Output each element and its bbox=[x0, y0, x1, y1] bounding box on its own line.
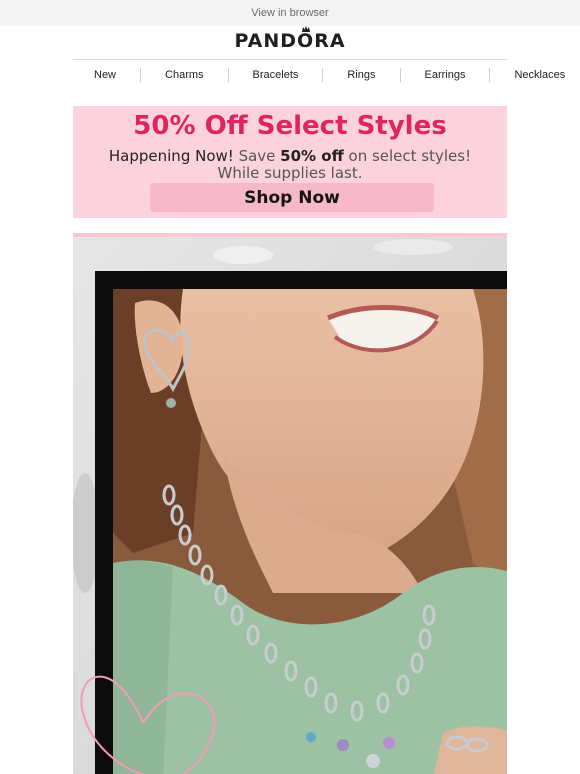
nav-item-charms[interactable]: Charms bbox=[165, 69, 204, 81]
nav-item-necklaces[interactable]: Necklaces bbox=[514, 69, 565, 81]
hero-photo bbox=[73, 233, 507, 774]
promo-text-a: Save bbox=[233, 147, 281, 165]
nav-separator bbox=[322, 68, 324, 82]
crown-icon bbox=[301, 26, 310, 32]
nav-item-earrings[interactable]: Earrings bbox=[425, 69, 466, 81]
nav-separator bbox=[399, 68, 401, 82]
email-page: View in browser PAND ORA New Charms Brace… bbox=[0, 0, 580, 774]
logo-text-prefix: PAND bbox=[234, 30, 298, 52]
logo-text-suffix: RA bbox=[314, 30, 346, 52]
logo-crowned-o: O bbox=[297, 26, 314, 52]
promo-discount: 50% off bbox=[280, 147, 344, 165]
shop-now-button[interactable]: Shop Now bbox=[150, 183, 434, 212]
nav-separator bbox=[140, 68, 142, 82]
promo-lead: Happening Now! bbox=[108, 147, 234, 165]
nav-item-bracelets[interactable]: Bracelets bbox=[253, 69, 299, 81]
nav-separator bbox=[489, 68, 491, 82]
view-in-browser-link[interactable]: View in browser bbox=[251, 7, 328, 19]
promo-description: Happening Now! Save 50% off on select st… bbox=[93, 148, 487, 182]
promo-title: 50% Off Select Styles bbox=[133, 111, 447, 141]
pandora-logo[interactable]: PAND ORA bbox=[0, 26, 580, 52]
nav-item-rings[interactable]: Rings bbox=[347, 69, 375, 81]
nav-separator bbox=[227, 68, 229, 82]
hero-image[interactable] bbox=[73, 233, 507, 774]
preheader-bar: View in browser bbox=[0, 0, 580, 26]
main-nav: New Charms Bracelets Rings Earrings Neck… bbox=[94, 66, 565, 84]
nav-item-new[interactable]: New bbox=[94, 69, 116, 81]
promo-banner: 50% Off Select Styles Happening Now! Sav… bbox=[73, 106, 507, 218]
nav-divider bbox=[73, 59, 507, 60]
